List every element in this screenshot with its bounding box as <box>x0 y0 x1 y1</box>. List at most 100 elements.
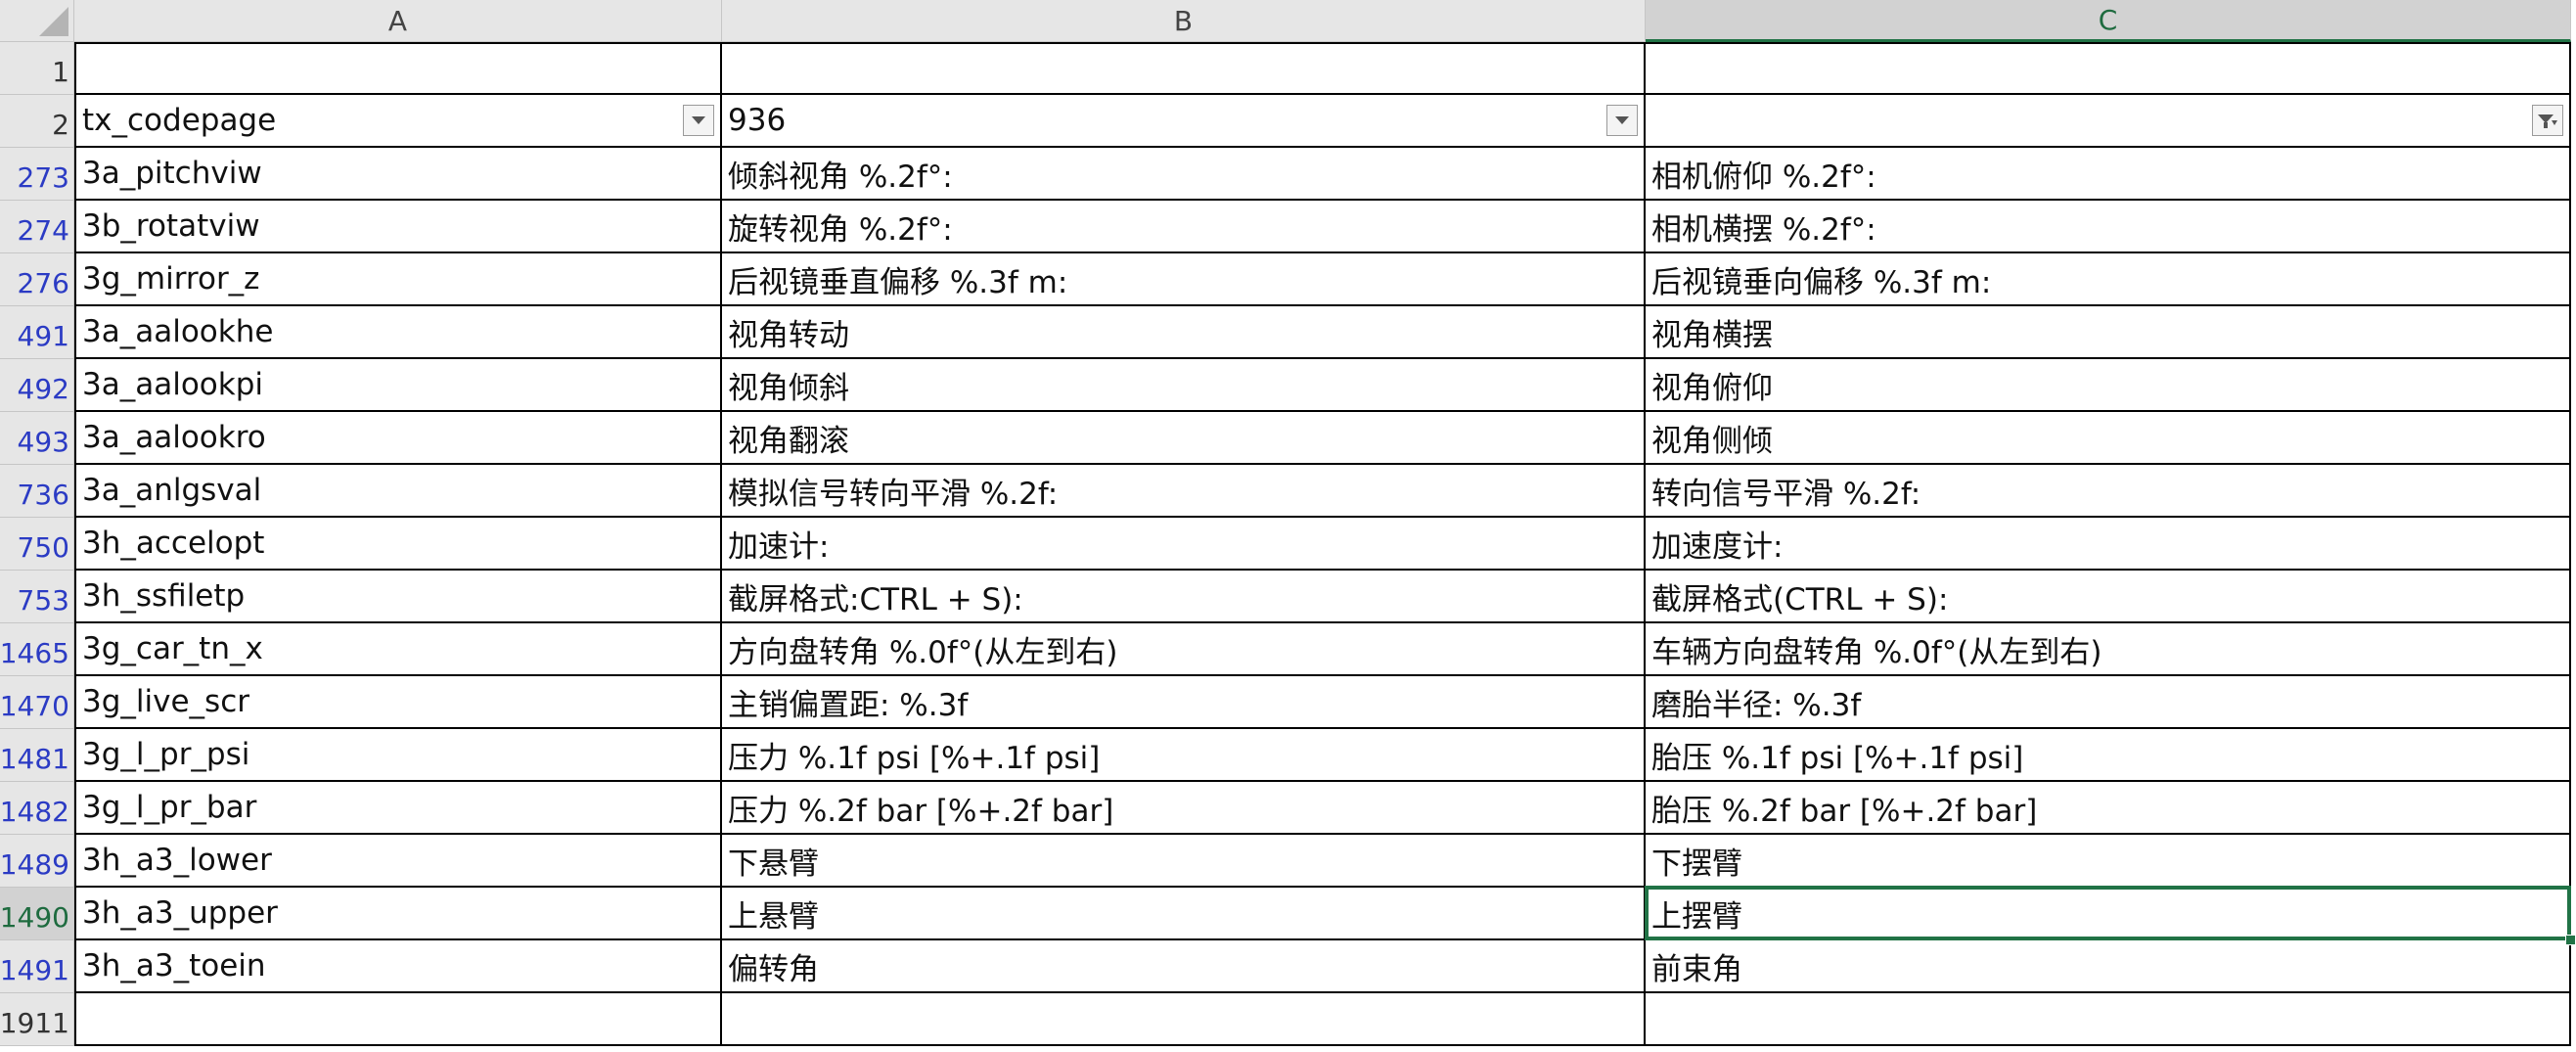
row-header-1911[interactable]: 1911 <box>0 993 74 1046</box>
cell-b491[interactable]: 视角转动 <box>722 306 1646 359</box>
cell-c1465[interactable]: 车辆方向盘转角 %.0f°(从左到右) <box>1646 623 2571 676</box>
cell-b750[interactable]: 加速计: <box>722 518 1646 571</box>
dropdown-arrow-icon <box>692 116 705 124</box>
cell-b1491[interactable]: 偏转角 <box>722 940 1646 993</box>
cell-b1[interactable] <box>722 42 1646 95</box>
row-header-1481[interactable]: 1481 <box>0 729 74 782</box>
cell-b492[interactable]: 视角倾斜 <box>722 359 1646 412</box>
cell-a1470[interactable]: 3g_live_scr <box>74 676 722 729</box>
row-header-753[interactable]: 753 <box>0 571 74 623</box>
cell-c491[interactable]: 视角横摆 <box>1646 306 2571 359</box>
cell-value: 截屏格式:CTRL + S): <box>728 581 1023 617</box>
cell-a753[interactable]: 3h_ssfiletp <box>74 571 722 623</box>
cell-c1491[interactable]: 前束角 <box>1646 940 2571 993</box>
cell-a1489[interactable]: 3h_a3_lower <box>74 835 722 888</box>
cell-a2[interactable]: tx_codepage <box>74 95 722 148</box>
cell-c492[interactable]: 视角俯仰 <box>1646 359 2571 412</box>
row-header-750[interactable]: 750 <box>0 518 74 571</box>
cell-value: 倾斜视角 %.2f°: <box>728 159 953 195</box>
filter-button-a[interactable] <box>683 105 714 136</box>
cell-a276[interactable]: 3g_mirror_z <box>74 253 722 306</box>
filter-button-b[interactable] <box>1606 105 1638 136</box>
row-header-274[interactable]: 274 <box>0 201 74 253</box>
cell-c1489[interactable]: 下摆臂 <box>1646 835 2571 888</box>
row-header-1[interactable]: 1 <box>0 42 74 95</box>
cell-b273[interactable]: 倾斜视角 %.2f°: <box>722 148 1646 201</box>
row-header-276[interactable]: 276 <box>0 253 74 306</box>
cell-c1911[interactable] <box>1646 993 2571 1046</box>
row-header-1489[interactable]: 1489 <box>0 835 74 888</box>
cell-c1470[interactable]: 磨胎半径: %.3f <box>1646 676 2571 729</box>
cell-a1490[interactable]: 3h_a3_upper <box>74 888 722 940</box>
cell-c493[interactable]: 视角侧倾 <box>1646 412 2571 465</box>
row-header-1465[interactable]: 1465 <box>0 623 74 676</box>
cell-b753[interactable]: 截屏格式:CTRL + S): <box>722 571 1646 623</box>
cell-value: 3h_ssfiletp <box>82 578 246 614</box>
cell-value: 加速计: <box>728 528 830 565</box>
cell-c1[interactable] <box>1646 42 2571 95</box>
cell-a1911[interactable] <box>74 993 722 1046</box>
row-header-493[interactable]: 493 <box>0 412 74 465</box>
cell-c1490[interactable]: 上摆臂 <box>1646 888 2571 940</box>
cell-value: 3a_aalookpi <box>82 367 264 402</box>
cell-a1482[interactable]: 3g_l_pr_bar <box>74 782 722 835</box>
cell-a1[interactable] <box>74 42 722 95</box>
cell-c276[interactable]: 后视镜垂向偏移 %.3f m: <box>1646 253 2571 306</box>
row-header-736[interactable]: 736 <box>0 465 74 518</box>
row-header-1470[interactable]: 1470 <box>0 676 74 729</box>
cell-a274[interactable]: 3b_rotatviw <box>74 201 722 253</box>
cell-c736[interactable]: 转向信号平滑 %.2f: <box>1646 465 2571 518</box>
select-all-button[interactable] <box>0 0 74 42</box>
cell-c1481[interactable]: 胎压 %.1f psi [%+.1f psi] <box>1646 729 2571 782</box>
cell-b276[interactable]: 后视镜垂直偏移 %.3f m: <box>722 253 1646 306</box>
cell-a750[interactable]: 3h_accelopt <box>74 518 722 571</box>
cell-a493[interactable]: 3a_aalookro <box>74 412 722 465</box>
cell-b1489[interactable]: 下悬臂 <box>722 835 1646 888</box>
cell-c273[interactable]: 相机俯仰 %.2f°: <box>1646 148 2571 201</box>
cell-a492[interactable]: 3a_aalookpi <box>74 359 722 412</box>
cell-b1911[interactable] <box>722 993 1646 1046</box>
cell-b736[interactable]: 模拟信号转向平滑 %.2f: <box>722 465 1646 518</box>
column-header-c[interactable]: C <box>1646 0 2571 42</box>
cell-value: tx_codepage <box>82 103 277 138</box>
cell-c753[interactable]: 截屏格式(CTRL + S): <box>1646 571 2571 623</box>
filter-button-c[interactable] <box>2532 105 2563 136</box>
row-header-492[interactable]: 492 <box>0 359 74 412</box>
cell-b274[interactable]: 旋转视角 %.2f°: <box>722 201 1646 253</box>
row-header-2[interactable]: 2 <box>0 95 74 148</box>
cell-value: 3g_l_pr_bar <box>82 790 257 825</box>
fill-handle[interactable] <box>2565 935 2576 945</box>
row-header-273[interactable]: 273 <box>0 148 74 201</box>
cell-c750[interactable]: 加速度计: <box>1646 518 2571 571</box>
row-header-1482[interactable]: 1482 <box>0 782 74 835</box>
select-all-triangle-icon <box>39 7 68 36</box>
cell-value: 方向盘转角 %.0f°(从左到右) <box>728 634 1118 670</box>
cell-c2[interactable] <box>1646 95 2571 148</box>
cell-b1482[interactable]: 压力 %.2f bar [%+.2f bar] <box>722 782 1646 835</box>
cell-value: 相机横摆 %.2f°: <box>1651 211 1876 248</box>
cell-a1465[interactable]: 3g_car_tn_x <box>74 623 722 676</box>
cell-b2[interactable]: 936 <box>722 95 1646 148</box>
cell-a736[interactable]: 3a_anlgsval <box>74 465 722 518</box>
cell-c274[interactable]: 相机横摆 %.2f°: <box>1646 201 2571 253</box>
cell-b493[interactable]: 视角翻滚 <box>722 412 1646 465</box>
row-header-1490[interactable]: 1490 <box>0 888 74 940</box>
row-header-491[interactable]: 491 <box>0 306 74 359</box>
cell-b1470[interactable]: 主销偏置距: %.3f <box>722 676 1646 729</box>
cell-c1482[interactable]: 胎压 %.2f bar [%+.2f bar] <box>1646 782 2571 835</box>
cell-value: 模拟信号转向平滑 %.2f: <box>728 476 1059 512</box>
cell-value: 上摆臂 <box>1651 898 1742 935</box>
column-header-a[interactable]: A <box>74 0 722 42</box>
cell-value: 相机俯仰 %.2f°: <box>1651 159 1876 195</box>
cell-b1465[interactable]: 方向盘转角 %.0f°(从左到右) <box>722 623 1646 676</box>
row-header-1491[interactable]: 1491 <box>0 940 74 993</box>
cell-b1490[interactable]: 上悬臂 <box>722 888 1646 940</box>
cell-a273[interactable]: 3a_pitchviw <box>74 148 722 201</box>
cell-a1481[interactable]: 3g_l_pr_psi <box>74 729 722 782</box>
cell-value: 车辆方向盘转角 %.0f°(从左到右) <box>1651 634 2102 670</box>
column-header-b[interactable]: B <box>722 0 1646 42</box>
cell-a1491[interactable]: 3h_a3_toein <box>74 940 722 993</box>
cell-b1481[interactable]: 压力 %.1f psi [%+.1f psi] <box>722 729 1646 782</box>
cell-value: 后视镜垂向偏移 %.3f m: <box>1651 264 1992 300</box>
cell-a491[interactable]: 3a_aalookhe <box>74 306 722 359</box>
